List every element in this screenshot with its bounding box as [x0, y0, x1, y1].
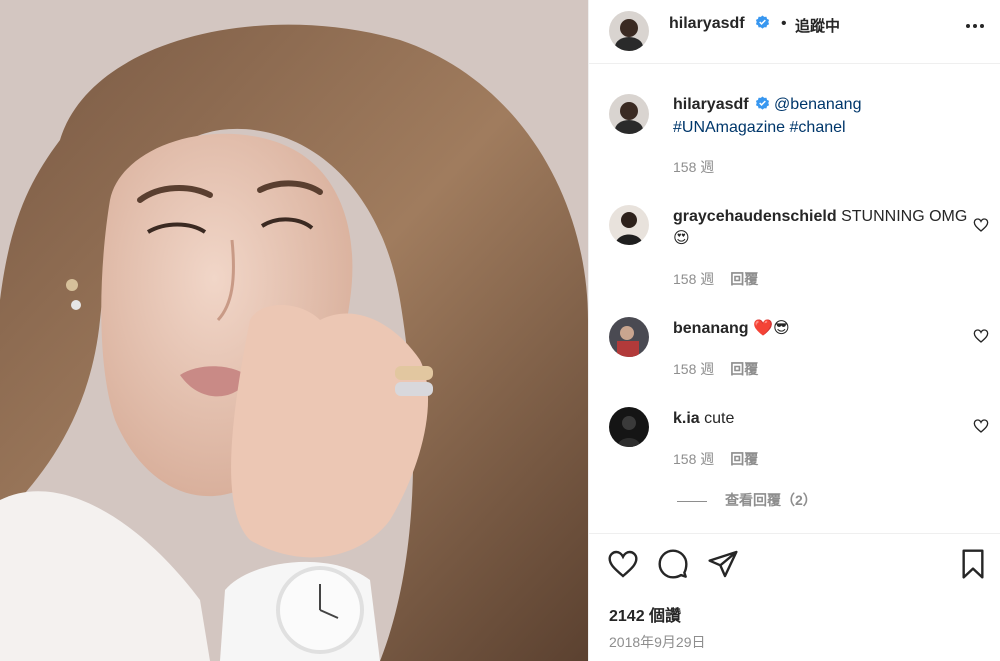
divider — [589, 533, 1000, 534]
post-photo[interactable] — [0, 0, 588, 661]
verified-badge-icon — [755, 15, 770, 29]
commenter-avatar[interactable] — [609, 205, 649, 245]
comment-text: ❤️😎 — [753, 320, 790, 337]
hashtag-link[interactable]: #UNAmagazine — [673, 119, 785, 136]
post-caption: hilaryasdf @benanang #UNAmagazine #chane… — [673, 93, 973, 139]
action-bar — [589, 540, 1000, 590]
comment-meta: 158 週回覆 — [673, 359, 758, 379]
author-avatar[interactable] — [609, 11, 649, 51]
comment-icon[interactable] — [657, 548, 689, 580]
caption-time[interactable]: 158 週 — [673, 159, 714, 175]
comment-meta: 158 週回覆 — [673, 269, 758, 289]
hashtag-link[interactable]: #chanel — [790, 119, 846, 136]
comment-username[interactable]: graycehaudenschield — [673, 208, 837, 225]
bookmark-icon[interactable] — [957, 548, 989, 580]
view-replies-button[interactable]: 查看回覆（2） — [677, 490, 817, 510]
comment-username[interactable]: benanang — [673, 320, 749, 337]
commenter-avatar[interactable] — [609, 407, 649, 447]
author-username[interactable]: hilaryasdf — [669, 15, 745, 32]
verified-badge-icon — [755, 96, 769, 110]
comment-like-heart-icon[interactable] — [973, 328, 989, 344]
commenter-avatar[interactable] — [609, 317, 649, 357]
caption-meta: 158 週 — [673, 157, 714, 177]
comment-meta: 158 週回覆 — [673, 449, 758, 469]
comment-time[interactable]: 158 週 — [673, 451, 714, 467]
view-replies-line — [677, 500, 707, 502]
post-details-panel: hilaryasdf • 追蹤中 hilaryasdf @benanang #U… — [588, 0, 1000, 661]
reply-button[interactable]: 回覆 — [730, 271, 758, 287]
mention-link[interactable]: @benanang — [774, 96, 861, 113]
header-separator: • — [781, 15, 787, 32]
share-icon[interactable] — [707, 548, 739, 580]
post-header: hilaryasdf • 追蹤中 — [589, 0, 1000, 64]
caption-avatar[interactable] — [609, 94, 649, 134]
caption-username[interactable]: hilaryasdf — [673, 96, 749, 113]
comment-like-heart-icon[interactable] — [973, 418, 989, 434]
likes-count[interactable]: 2142 個讚 — [609, 602, 681, 626]
view-replies-label: 查看回覆（2） — [725, 492, 817, 508]
author-name[interactable]: hilaryasdf — [669, 15, 770, 33]
comment-time[interactable]: 158 週 — [673, 361, 714, 377]
comment-username[interactable]: k.ia — [673, 410, 700, 427]
portrait-image — [0, 0, 588, 661]
comment-text: cute — [704, 410, 735, 427]
comment-like-heart-icon[interactable] — [973, 217, 989, 233]
following-button[interactable]: 追蹤中 — [795, 15, 840, 36]
reply-button[interactable]: 回覆 — [730, 361, 758, 377]
comment: benanang ❤️😎 — [673, 318, 973, 340]
comment-time[interactable]: 158 週 — [673, 271, 714, 287]
heart-icon[interactable] — [607, 548, 639, 580]
comment: k.ia cute — [673, 408, 973, 430]
more-horizontal-icon[interactable] — [963, 14, 987, 38]
reply-button[interactable]: 回覆 — [730, 451, 758, 467]
post-date[interactable]: 2018年9月29日 — [609, 632, 706, 652]
comment: graycehaudenschield STUNNING OMG😍 — [673, 206, 973, 250]
